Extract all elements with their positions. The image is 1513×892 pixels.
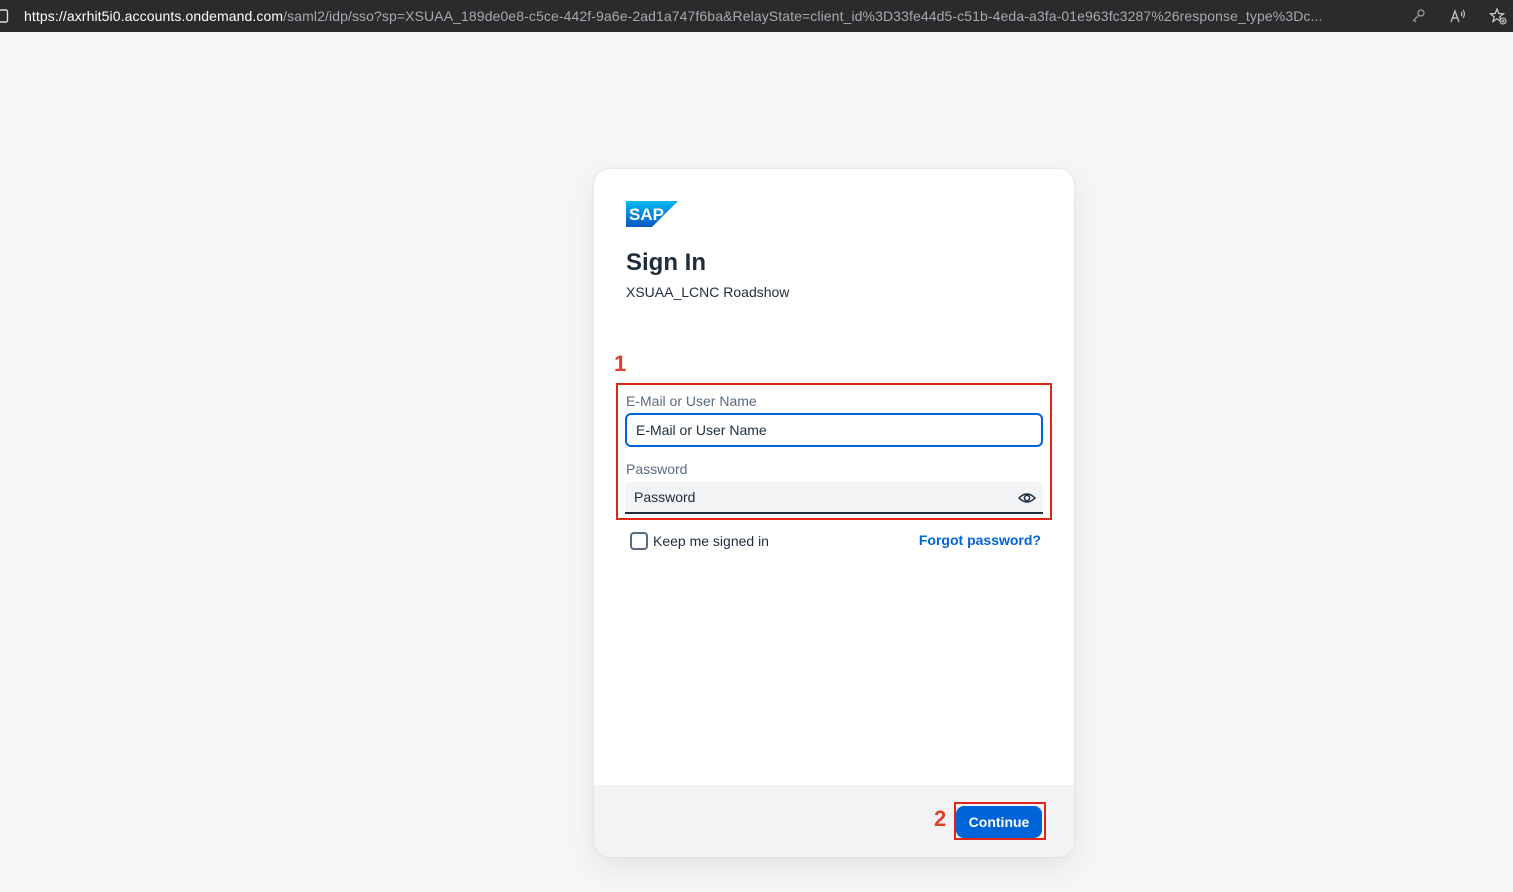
password-label: Password	[626, 461, 688, 477]
sign-in-card: SAP Sign In XSUAA_LCNC Roadshow 1 E-Mail…	[594, 169, 1074, 857]
read-aloud-icon[interactable]	[1449, 7, 1467, 25]
browser-address-bar[interactable]: https://axrhit5i0.accounts.ondemand.com/…	[0, 0, 1513, 32]
email-placeholder: E-Mail or User Name	[636, 422, 767, 438]
sap-logo-text: SAP	[629, 205, 664, 224]
show-password-eye-icon[interactable]	[1017, 488, 1037, 508]
email-field[interactable]: E-Mail or User Name	[625, 413, 1043, 447]
page-title: Sign In	[626, 249, 706, 276]
password-placeholder: Password	[634, 489, 696, 505]
tenant-subtitle: XSUAA_LCNC Roadshow	[626, 284, 790, 300]
keep-signed-in-checkbox[interactable]	[630, 532, 648, 550]
page-info-icon[interactable]	[0, 9, 10, 23]
password-field[interactable]: Password	[625, 482, 1043, 514]
card-footer: 2 Continue	[594, 785, 1074, 857]
forgot-password-link[interactable]: Forgot password?	[919, 532, 1041, 548]
url-text[interactable]: https://axrhit5i0.accounts.ondemand.com/…	[24, 8, 1395, 24]
sap-logo: SAP	[626, 201, 678, 227]
continue-button[interactable]: Continue	[956, 806, 1042, 838]
step-marker-1: 1	[614, 351, 627, 376]
email-label: E-Mail or User Name	[626, 393, 757, 409]
keep-signed-in-label: Keep me signed in	[653, 533, 769, 549]
favorites-star-icon[interactable]	[1489, 7, 1507, 25]
key-icon[interactable]	[1409, 7, 1427, 25]
keep-signed-in[interactable]: Keep me signed in	[630, 532, 769, 550]
step-marker-2: 2	[934, 806, 947, 831]
